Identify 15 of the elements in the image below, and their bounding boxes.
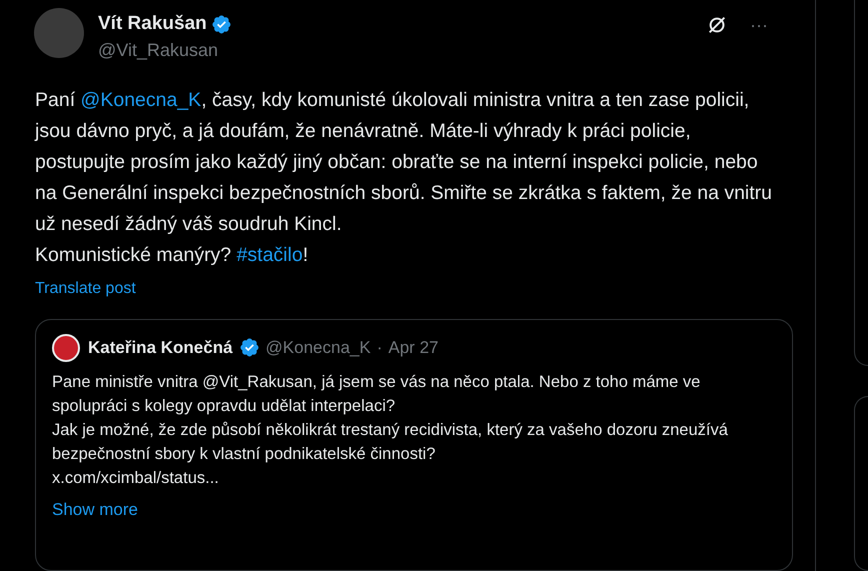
hashtag-link[interactable]: #stačilo bbox=[236, 244, 303, 266]
separator-dot: · bbox=[376, 336, 382, 359]
more-button[interactable]: ··· bbox=[750, 16, 768, 34]
show-more-link[interactable]: Show more bbox=[52, 496, 776, 522]
quote-author-name: Kateřina Konečná bbox=[88, 336, 233, 359]
author-name[interactable]: Vít Rakušan bbox=[98, 10, 207, 38]
quote-text: Pane ministře vnitra @Vit_Rakusan, já jsem se vás na něco ptala. Nebo z toho máme ve spolupráci s kolegy opravdu udělat interpelaci? Jak je možné, že zde působí několikrát trestaný recidivista, který za vašeho dozoru zneužívá bezpečnostní sbory k vlastní podnikatelské činnosti? x.com/xcimbal/status... bbox=[52, 372, 729, 488]
quote-date: Apr 27 bbox=[388, 336, 438, 359]
translate-link[interactable]: Translate post bbox=[35, 276, 136, 300]
quote-author-handle: @Konecna_K bbox=[266, 336, 371, 359]
author-handle[interactable]: @Vit_Rakusan bbox=[98, 38, 232, 60]
quote-avatar bbox=[52, 334, 80, 362]
mention-link[interactable]: @Konecna_K bbox=[80, 88, 202, 110]
quoted-post-card[interactable] bbox=[35, 318, 793, 571]
post-text: Paní @Konecna_K, časy, kdy komunisté úkolovali ministra vnitra a ten zase policii, jsou dávno pryč, a já doufám, že nenávratně. Máte-li výhrady k práci policie, postupujte prosím jako každý jiný občan: obraťte se na interní inspekci policie, nebo na Generální inspekci bezpečnostních sborů. Smiřte se zkrátka s faktem, že na vnitru už nesedí žádný váš soudruh Kincl. Komunistické manýry? #stačilo! bbox=[35, 88, 774, 268]
